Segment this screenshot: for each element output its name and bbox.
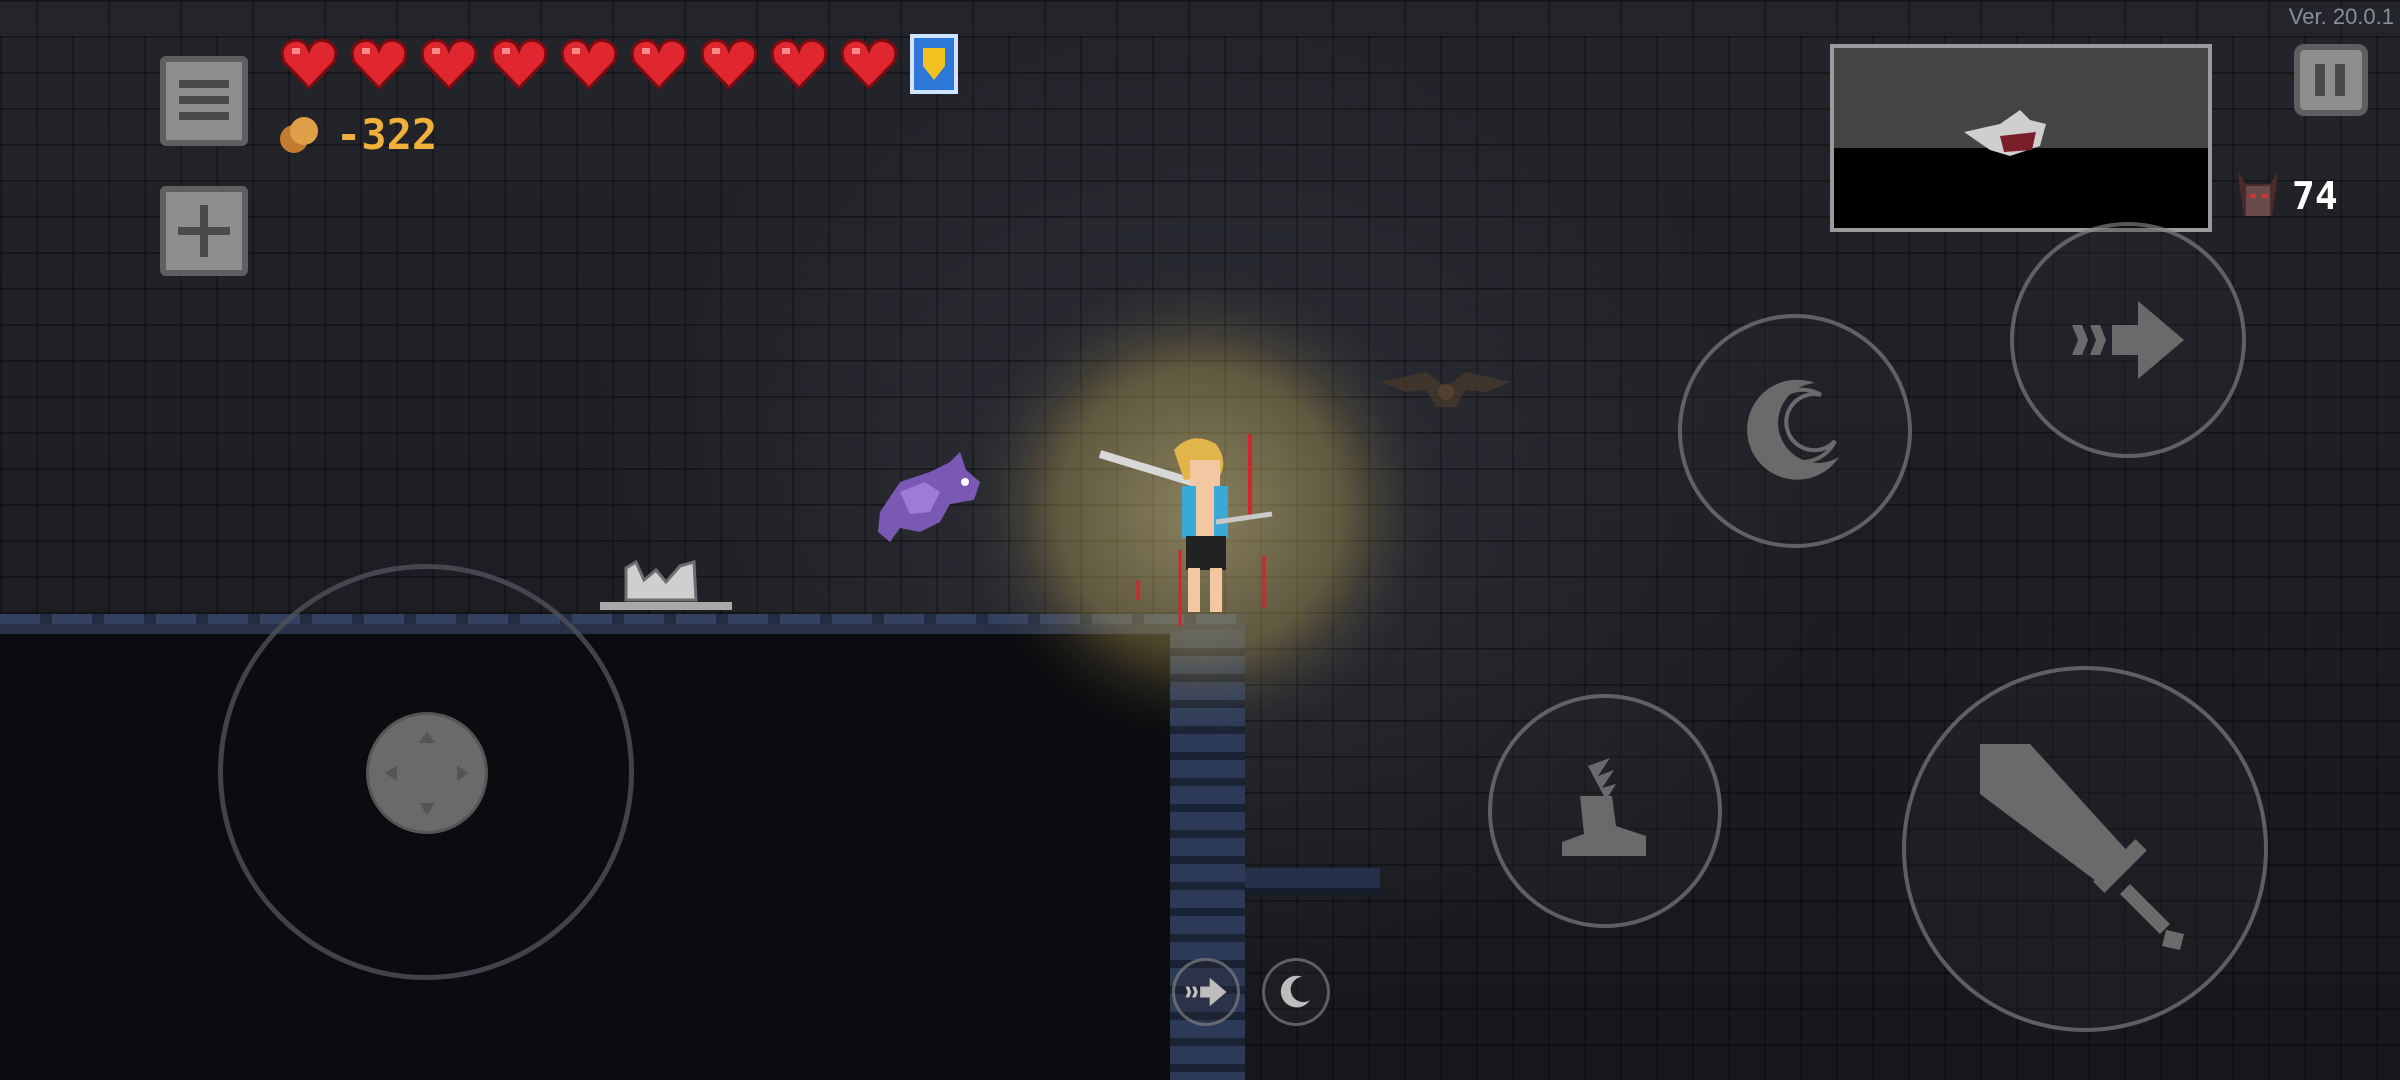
- minimap[interactable]: [1830, 44, 2212, 232]
- heart-icon: [770, 38, 828, 90]
- pause-icon: [2315, 64, 2345, 96]
- dash-button[interactable]: [2010, 222, 2246, 458]
- heart-icon: [700, 38, 758, 90]
- minimap-player-marker: [1964, 110, 2046, 156]
- heart-icon: [490, 38, 548, 90]
- version-label: Ver. 20.0.1: [2288, 4, 2394, 29]
- dash-arrow-icon: [2072, 301, 2184, 379]
- heart-icon: [630, 38, 688, 90]
- quick-dash-slot[interactable]: [1172, 958, 1240, 1026]
- gold-coin-icon: [280, 116, 318, 153]
- stone-ledge: [1245, 868, 1380, 894]
- game-stage: -322 Ver. 20.0.1 74: [0, 0, 2400, 1080]
- health-bar: [280, 34, 958, 94]
- player-character: [1098, 434, 1273, 626]
- heart-icon: [840, 38, 898, 90]
- cliff-ground: [0, 620, 1245, 1080]
- add-button[interactable]: [160, 186, 248, 276]
- menu-button[interactable]: [160, 56, 248, 146]
- menu-icon: [179, 80, 229, 120]
- enemy-count: 74: [2292, 174, 2338, 218]
- plus-icon: [178, 205, 230, 257]
- sword-icon: [1980, 744, 2184, 950]
- crescent-moon-icon: [1747, 379, 1839, 480]
- joystick-knob[interactable]: [366, 712, 488, 834]
- gold-value: -322: [336, 110, 438, 159]
- gold-counter: -322: [276, 110, 437, 159]
- armor-shield-icon: [910, 34, 958, 94]
- pause-button[interactable]: [2294, 44, 2368, 116]
- quick-moon-slot[interactable]: [1262, 958, 1330, 1026]
- jump-button[interactable]: [1488, 694, 1722, 928]
- heart-icon: [350, 38, 408, 90]
- heart-icon: [560, 38, 618, 90]
- heart-icon: [280, 38, 338, 90]
- purple-wolf-enemy: [878, 452, 980, 542]
- crescent-moon-icon: [1280, 975, 1310, 1008]
- moon-skill-button[interactable]: [1678, 314, 1912, 548]
- demon-head-icon: [2238, 172, 2278, 216]
- joystick-arrows-icon: [385, 731, 469, 815]
- heart-icon: [420, 38, 478, 90]
- dash-arrow-icon: [1185, 977, 1227, 1007]
- attack-button[interactable]: [1902, 666, 2268, 1032]
- winged-boot-icon: [1562, 758, 1646, 856]
- broken-pot: [600, 560, 732, 610]
- enemy-counter: 74: [2236, 166, 2338, 226]
- bat-enemy: [1381, 372, 1511, 407]
